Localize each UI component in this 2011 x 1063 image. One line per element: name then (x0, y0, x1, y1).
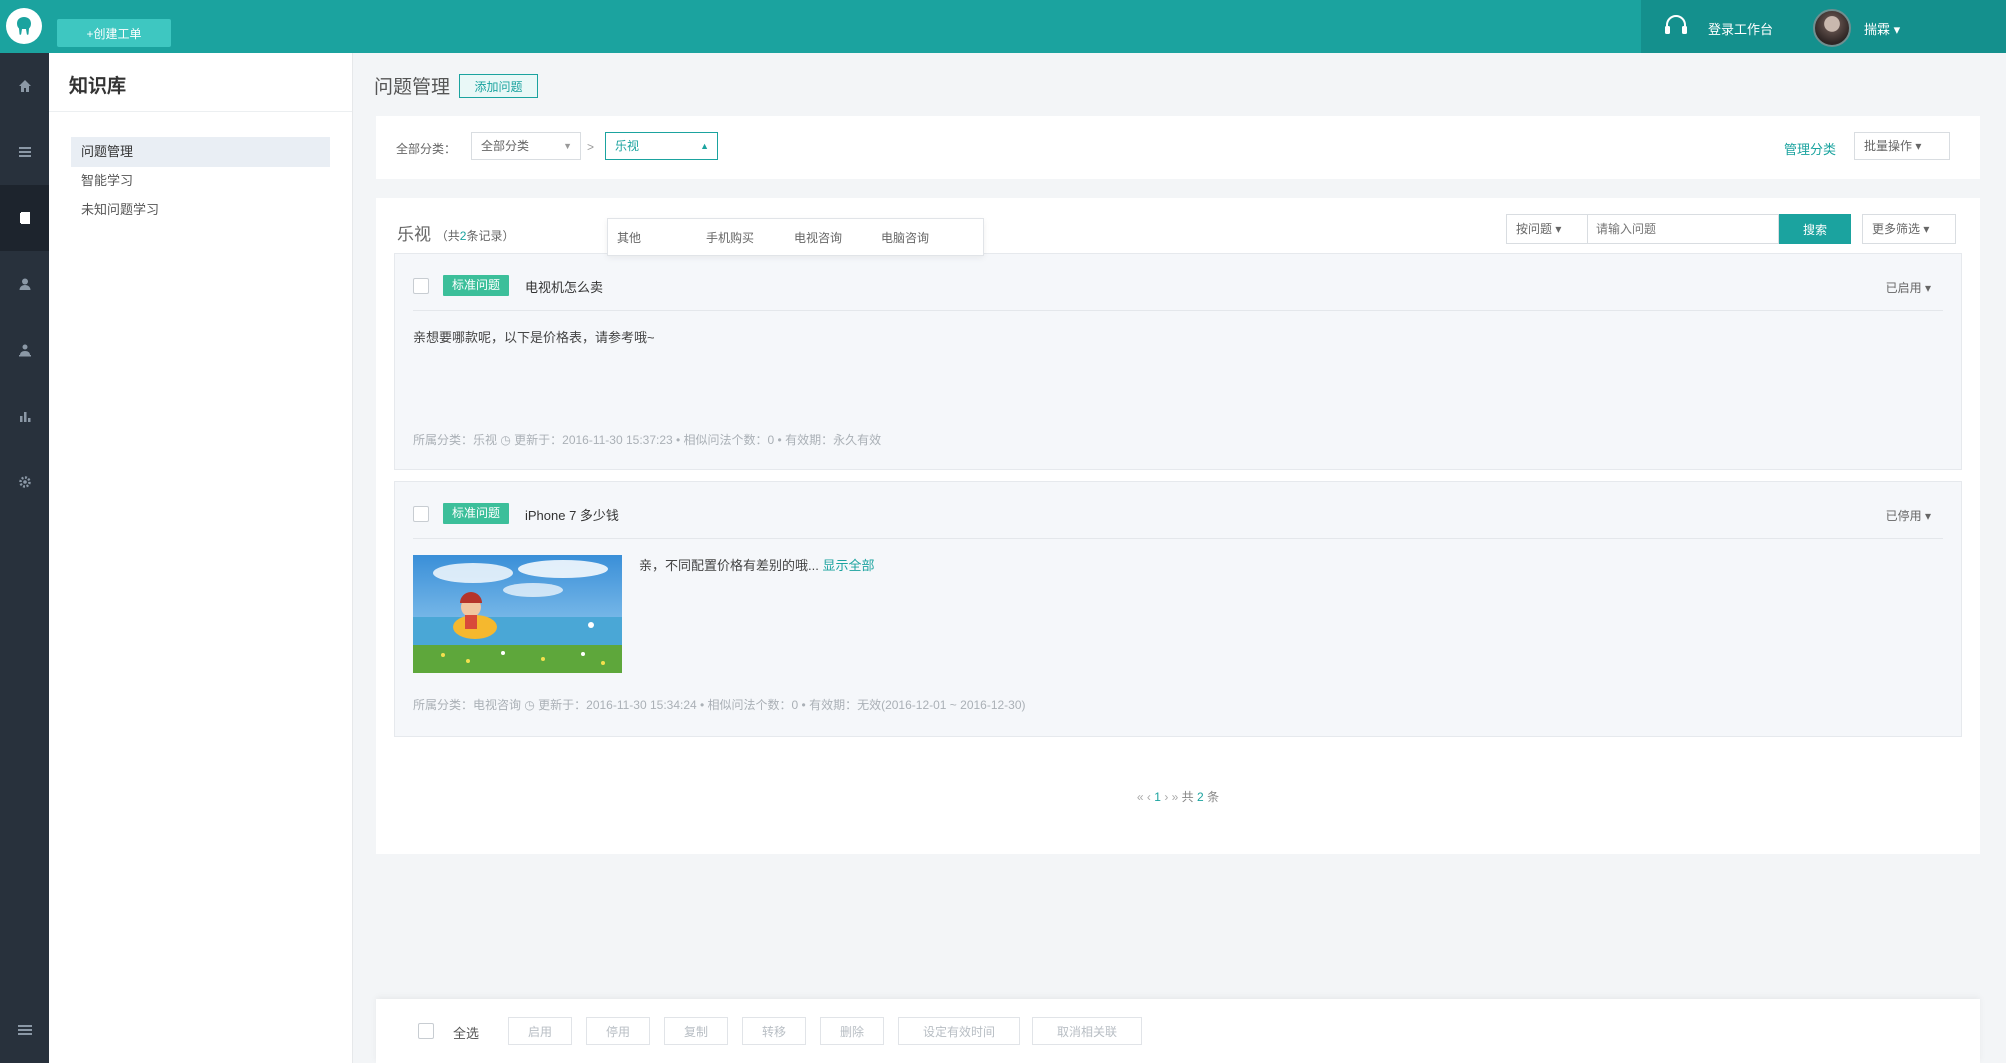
disable-button[interactable]: 停用 (586, 1017, 650, 1045)
divider (413, 310, 1943, 311)
list-icon[interactable] (0, 119, 49, 185)
total-prefix: 共 (1181, 790, 1194, 804)
move-button[interactable]: 转移 (742, 1017, 806, 1045)
standard-question-tag: 标准问题 (443, 503, 510, 524)
filter-panel: 全部分类： 全部分类 ▼ > 乐视 ▲ 管理分类 批量操作 ▾ (376, 116, 1980, 179)
category-select-value: 全部分类 (481, 139, 530, 153)
avatar[interactable] (1813, 9, 1851, 47)
user-icon[interactable] (0, 251, 49, 317)
book-icon[interactable] (0, 185, 49, 251)
divider (413, 538, 1943, 539)
total-number: 2 (1197, 790, 1204, 804)
list-heading: 乐视 （共2条记录） (397, 220, 514, 245)
sidebar-item-smart-learn[interactable]: 智能学习 (71, 166, 330, 196)
pagination: « ‹ 1 › » 共 2 条 (376, 788, 1980, 805)
question-meta: 所属分类：电视咨询 ◷ 更新于：2016-11-30 15:34:24 • 相似… (413, 698, 1026, 712)
total-suffix: 条 (1207, 790, 1220, 804)
select-all-checkbox[interactable] (418, 1023, 434, 1039)
question-meta: 所属分类：乐视 ◷ 更新于：2016-11-30 15:37:23 • 相似问法… (413, 433, 882, 447)
sidebar-title: 知识库 (69, 76, 127, 97)
delete-button[interactable]: 删除 (820, 1017, 884, 1045)
card-checkbox[interactable] (413, 278, 429, 294)
status-dropdown[interactable]: 已启用 ▾ (1886, 279, 1931, 296)
search-type-select[interactable]: 按问题 ▾ (1506, 214, 1588, 244)
set-valid-time-button[interactable]: 设定有效时间 (898, 1017, 1020, 1045)
question-card: 标准问题 iPhone 7 多少钱 已停用 ▾ 亲，不同配置价格有差别的哦...… (394, 481, 1962, 737)
search-input[interactable] (1588, 214, 1779, 244)
list-heading-label: 乐视 (397, 225, 431, 244)
add-question-button[interactable]: 添加问题 (459, 74, 538, 98)
total-label: 共 2 条 (1182, 790, 1219, 804)
chart-icon[interactable] (0, 383, 49, 449)
batch-action-bar: 全选 启用 停用 复制 转移 删除 设定有效时间 取消相关联 (376, 999, 1980, 1063)
subcategory-select[interactable]: 乐视 ▲ (605, 132, 718, 160)
users-icon[interactable] (0, 317, 49, 383)
manage-category-link[interactable]: 管理分类 (1784, 139, 1836, 158)
subcategory-select-value: 乐视 (615, 139, 640, 153)
more-filter-select[interactable]: 更多筛选 ▾ (1862, 214, 1956, 244)
dropdown-option[interactable]: 电脑咨询 (881, 229, 929, 246)
prev-page-button[interactable]: « ‹ (1137, 790, 1151, 804)
headset-icon[interactable] (1663, 15, 1689, 40)
sub-sidebar: 知识库 问题管理 智能学习 未知问题学习 (49, 53, 353, 1063)
dropdown-option[interactable]: 电视咨询 (794, 229, 842, 246)
new-ticket-button[interactable]: +创建工单 (57, 19, 171, 47)
show-all-link[interactable]: 显示全部 (822, 558, 874, 573)
logo-icon[interactable] (6, 8, 42, 44)
batch-operation-select[interactable]: 批量操作 ▾ (1854, 132, 1950, 160)
select-all-label[interactable]: 全选 (453, 1023, 479, 1042)
enable-button[interactable]: 启用 (508, 1017, 572, 1045)
count-prefix: （共 (435, 229, 460, 243)
question-card: 标准问题 电视机怎么卖 已启用 ▾ 亲想要哪款呢，以下是价格表，请参考哦~ 所属… (394, 253, 1962, 470)
breadcrumb-separator: > (587, 140, 595, 154)
category-select[interactable]: 全部分类 ▼ (471, 132, 581, 160)
record-count: （共2条记录） (436, 229, 515, 243)
icon-rail (0, 53, 49, 1063)
menu-icon[interactable] (0, 997, 49, 1063)
filter-label: 全部分类： (396, 142, 457, 156)
copy-button[interactable]: 复制 (664, 1017, 728, 1045)
home-icon[interactable] (0, 53, 49, 119)
gear-icon[interactable] (0, 449, 49, 515)
card-checkbox[interactable] (413, 506, 429, 522)
answer-image[interactable] (413, 555, 622, 673)
question-title[interactable]: 电视机怎么卖 (525, 277, 603, 296)
dropdown-option[interactable]: 其他 (617, 229, 641, 246)
search-button[interactable]: 搜索 (1779, 214, 1851, 244)
main-content: 问题管理 添加问题 全部分类： 全部分类 ▼ > 乐视 ▲ 管理分类 批量操作 … (353, 53, 2006, 1063)
top-right-area: 登录工作台 揣霖 ▾ (1641, 0, 2006, 53)
page-number[interactable]: 1 (1154, 790, 1161, 804)
page-title: 问题管理 (374, 77, 451, 98)
chevron-down-icon: ▼ (563, 141, 572, 151)
chevron-up-icon: ▲ (700, 141, 709, 151)
answer-text: 亲想要哪款呢，以下是价格表，请参考哦~ (413, 330, 655, 345)
standard-question-tag: 标准问题 (443, 275, 510, 296)
divider (49, 111, 352, 112)
question-list-panel: 乐视 （共2条记录） 按问题 ▾ 搜索 更多筛选 ▾ 标准问题 电视机怎么卖 已… (376, 198, 1980, 854)
unlink-button[interactable]: 取消相关联 (1032, 1017, 1142, 1045)
question-title[interactable]: iPhone 7 多少钱 (525, 505, 619, 524)
sidebar-item-question-manage[interactable]: 问题管理 (71, 137, 330, 167)
user-menu[interactable]: 揣霖 ▾ (1864, 19, 1900, 38)
dropdown-option[interactable]: 手机购买 (706, 229, 754, 246)
answer-text: 亲，不同配置价格有差别的哦... 显示全部 (639, 555, 874, 574)
answer-snippet: 亲，不同配置价格有差别的哦... (639, 558, 819, 573)
workspace-link[interactable]: 登录工作台 (1708, 19, 1773, 38)
top-bar: +创建工单 登录工作台 揣霖 ▾ (0, 0, 2006, 53)
count-suffix: 条记录） (466, 229, 515, 243)
subcategory-dropdown: 其他 手机购买 电视咨询 电脑咨询 (607, 218, 984, 256)
next-page-button[interactable]: › » (1164, 790, 1178, 804)
status-dropdown[interactable]: 已停用 ▾ (1886, 507, 1931, 524)
sidebar-item-unknown-learn[interactable]: 未知问题学习 (71, 195, 330, 225)
